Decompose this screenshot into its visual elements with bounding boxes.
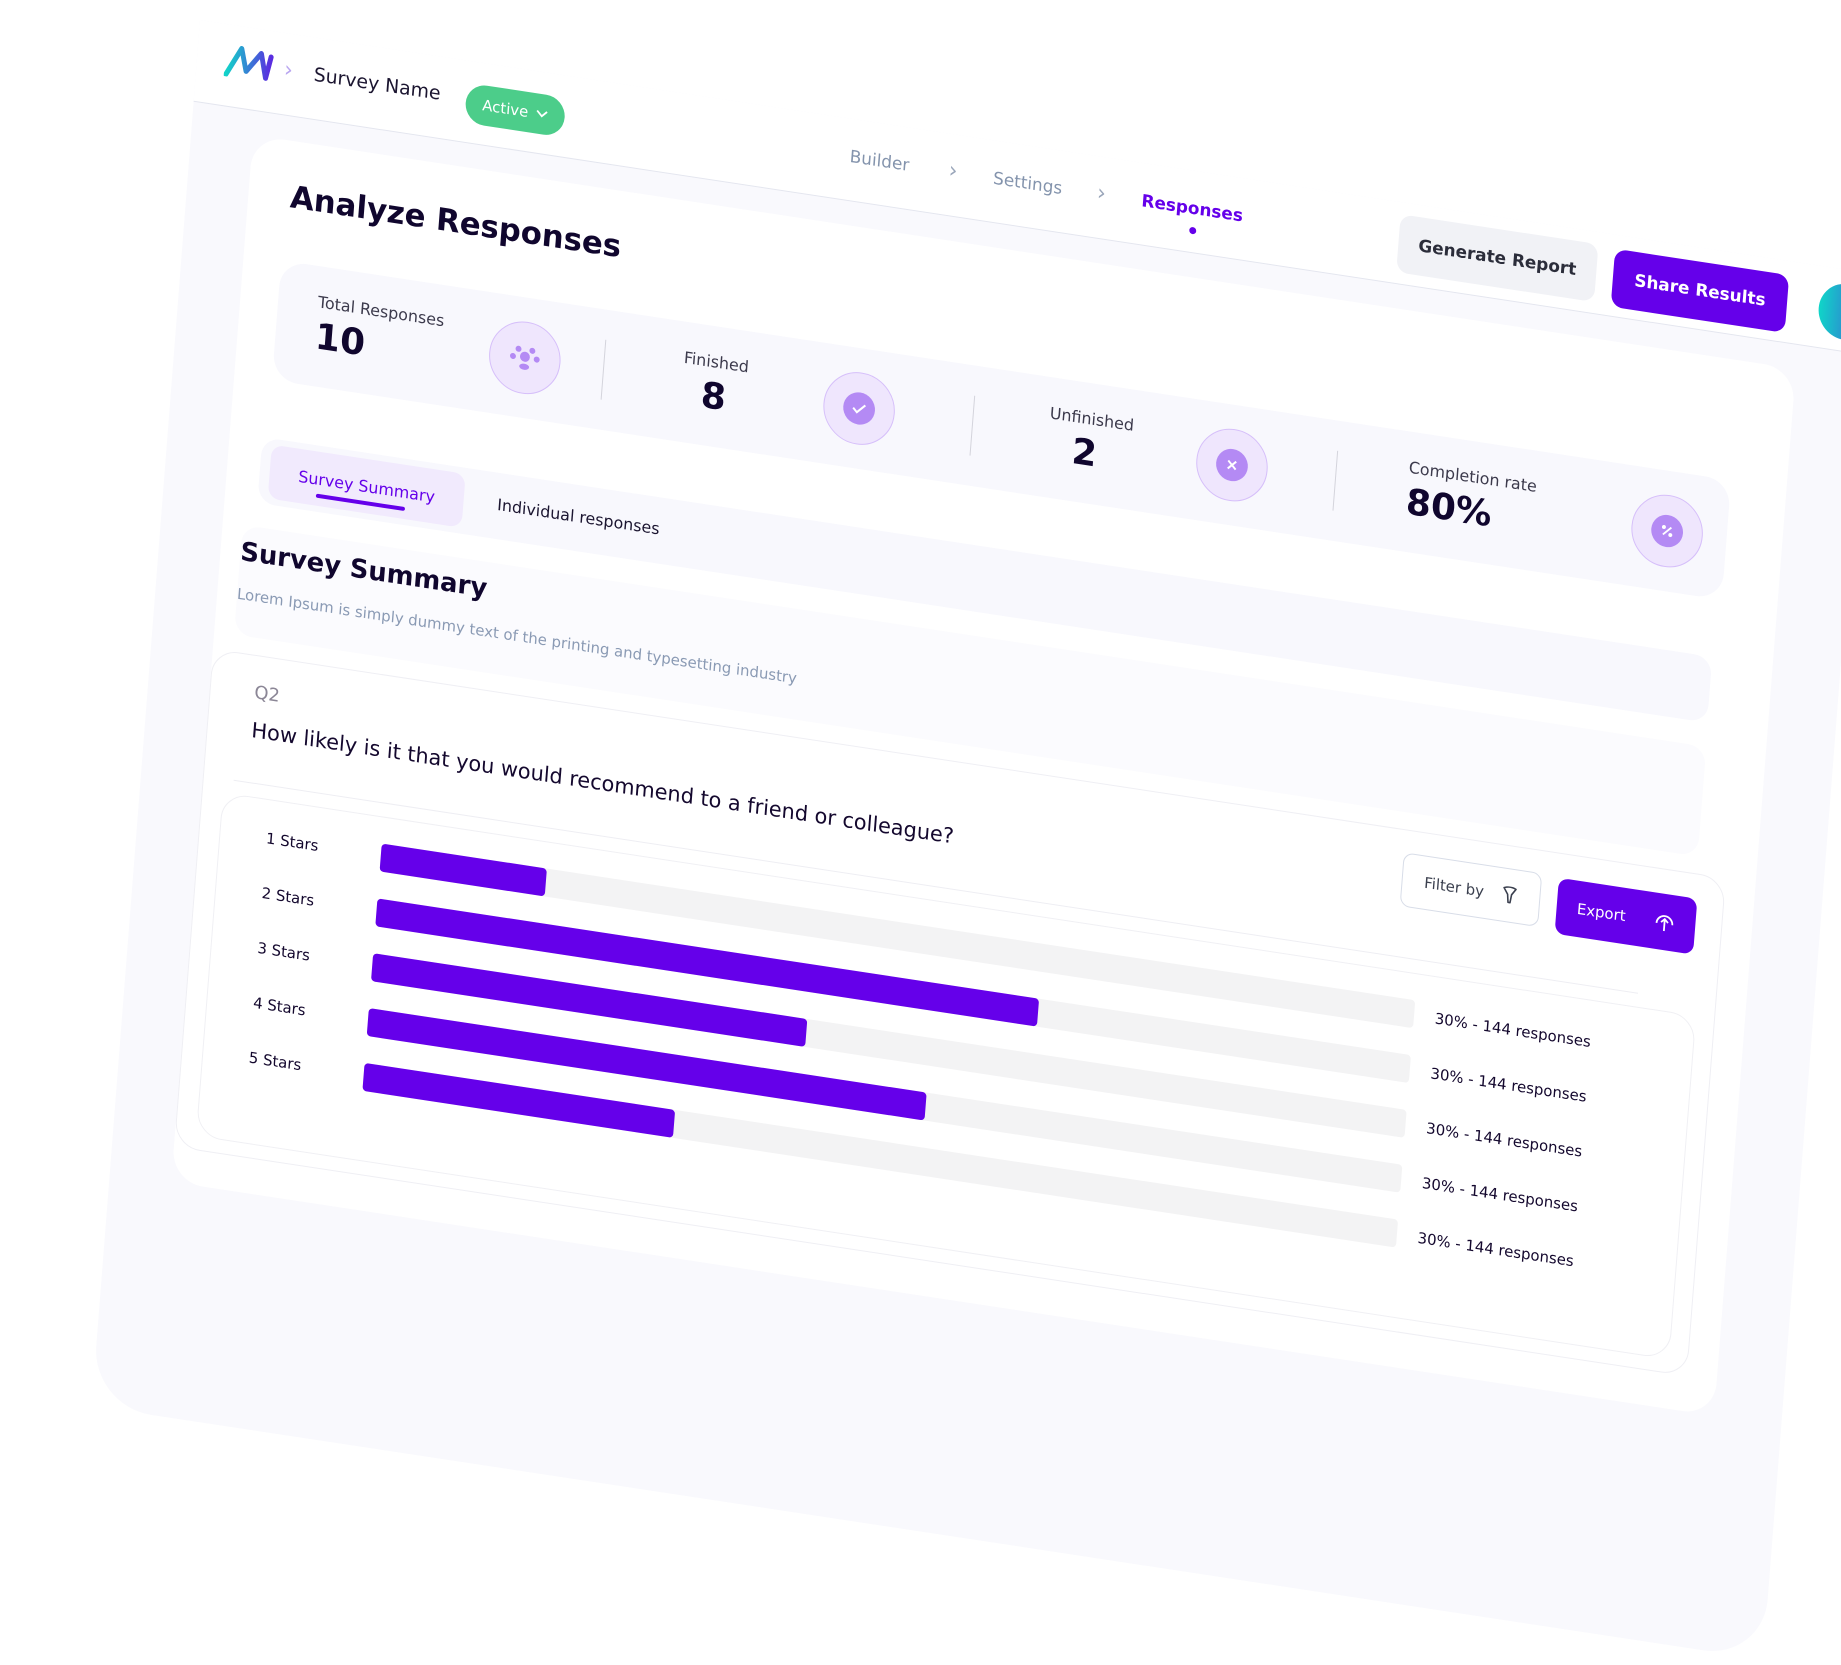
stat-label: Finished bbox=[683, 347, 750, 377]
stat-value: 10 bbox=[313, 316, 367, 365]
bar-category-label: 4 Stars bbox=[252, 993, 307, 1020]
filter-button[interactable]: Filter by bbox=[1399, 852, 1543, 928]
upload-icon bbox=[1655, 915, 1673, 932]
bar-value-label: 30% - 144 responses bbox=[1425, 1119, 1583, 1161]
main-panel: Analyze Responses Total Responses 10 Fin… bbox=[171, 134, 1796, 1416]
stat-value: 80% bbox=[1404, 481, 1494, 536]
chevron-down-icon bbox=[536, 109, 548, 118]
nav-chevron-icon: › bbox=[947, 157, 959, 185]
app-window: › Survey Name Active Builder › Settings … bbox=[91, 20, 1841, 1660]
nav-chevron-icon: › bbox=[1096, 180, 1107, 207]
bar-value-label: 30% - 144 responses bbox=[1429, 1064, 1588, 1106]
bar-value-label: 30% - 144 responses bbox=[1421, 1173, 1579, 1216]
survey-name[interactable]: Survey Name bbox=[313, 64, 441, 105]
share-results-button[interactable]: Share Results bbox=[1610, 248, 1790, 333]
percent-icon bbox=[1628, 489, 1706, 573]
logo-icon[interactable] bbox=[223, 42, 276, 83]
bar-category-label: 1 Stars bbox=[265, 829, 320, 856]
bar-category-label: 3 Stars bbox=[256, 938, 311, 965]
bar-fill bbox=[379, 843, 548, 897]
export-label: Export bbox=[1576, 899, 1627, 926]
page-title: Analyze Responses bbox=[288, 179, 623, 266]
x-icon bbox=[1193, 423, 1271, 507]
filter-icon bbox=[1503, 886, 1517, 904]
stat-value: 2 bbox=[1070, 430, 1099, 476]
nav-responses[interactable]: Responses bbox=[1141, 191, 1244, 226]
bar-value-label: 30% - 144 responses bbox=[1416, 1228, 1575, 1271]
people-icon bbox=[486, 316, 564, 400]
bar-category-label: 2 Stars bbox=[261, 883, 315, 910]
breadcrumb-chevron-icon: › bbox=[283, 57, 294, 84]
nav-settings[interactable]: Settings bbox=[992, 169, 1063, 199]
bar-category-label: 5 Stars bbox=[248, 1048, 302, 1075]
active-nav-indicator bbox=[1189, 226, 1197, 235]
status-dropdown[interactable]: Active bbox=[464, 82, 567, 138]
check-icon bbox=[820, 367, 898, 450]
filter-label: Filter by bbox=[1423, 873, 1485, 901]
nav-builder[interactable]: Builder bbox=[849, 147, 910, 176]
stat-divider bbox=[600, 339, 607, 400]
bar-value-label: 30% - 144 responses bbox=[1434, 1009, 1592, 1052]
stat-value: 8 bbox=[699, 374, 728, 420]
tab-individual-responses[interactable]: Individual responses bbox=[497, 495, 661, 539]
status-label: Active bbox=[481, 96, 529, 122]
generate-report-button[interactable]: Generate Report bbox=[1396, 214, 1599, 303]
stat-divider bbox=[969, 395, 976, 456]
question-number: Q2 bbox=[253, 682, 281, 707]
stat-label: Unfinished bbox=[1049, 403, 1135, 435]
export-button[interactable]: Export bbox=[1554, 877, 1698, 955]
avatar[interactable] bbox=[1816, 279, 1841, 345]
stat-divider bbox=[1332, 450, 1339, 511]
tab-survey-summary[interactable]: Survey Summary bbox=[267, 444, 466, 528]
